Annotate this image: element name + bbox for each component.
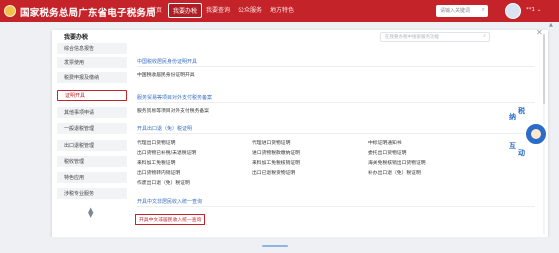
sidebar-item-export-refund[interactable]: 出口退税管理 (57, 140, 127, 151)
sidebar-item-invoice[interactable]: 发票使用 (57, 57, 127, 68)
nav-home[interactable]: 首页 (150, 5, 162, 14)
link-item[interactable]: 出口货物已补税/未退税证明 (137, 149, 196, 156)
link-item[interactable]: 海关免税核销出口货物证明 (368, 159, 426, 166)
link-item[interactable]: 来料加工免税核销证明 (252, 159, 300, 166)
sidebar-item-tax-management[interactable]: 税收管理 (57, 156, 127, 167)
section-title: 中国税收居民身份证明开具 (137, 59, 198, 65)
sidebar-item-label: 证明开具 (65, 93, 86, 99)
sidebar-title: 我要办税 (64, 34, 89, 41)
close-icon[interactable]: ✕ (536, 28, 543, 37)
sidebar-item-declaration[interactable]: 税费申报及缴纳 (57, 72, 127, 83)
link-item[interactable]: 补办出口退（免）税证明 (368, 169, 421, 176)
sidebar-item-label: 税收管理 (64, 159, 85, 165)
header-search-input[interactable]: 请输入关键词 ⌕ (436, 5, 488, 17)
link-item[interactable]: 来料加工免税证明 (137, 159, 175, 166)
sidebar-item-label: 综合信息报告 (64, 46, 95, 52)
assistant-label-char[interactable]: 动 (518, 148, 525, 158)
sidebar-item-professional-service[interactable]: 涉税专业服务 (57, 188, 127, 199)
tax-emblem-icon (4, 5, 16, 17)
nav-tax-handling[interactable]: 我要办税 (168, 3, 203, 18)
sidebar-item-certificate[interactable]: 证明开具 (57, 90, 127, 101)
sidebar-item-label: 一般退税管理 (64, 126, 95, 132)
section-title: 开具出口退（免）税证明 (137, 126, 193, 132)
link-item[interactable]: 代理出口货物证明 (137, 139, 175, 146)
link-item[interactable]: 出口已退税货物证明 (252, 169, 295, 176)
link-item[interactable]: 中标证明通知书 (368, 139, 402, 146)
assistant-face-icon (531, 129, 541, 139)
sidebar-item-refund[interactable]: 一般退税管理 (57, 123, 127, 134)
sidebar-item-label: 税费申报及缴纳 (64, 75, 100, 81)
section-divider (137, 66, 535, 67)
search-icon[interactable]: ⌕ (483, 33, 486, 39)
sidebar-item-label: 出口退税管理 (64, 143, 95, 149)
content-scrollbar-thumb[interactable] (543, 34, 545, 104)
link-item[interactable]: 作废出口退（免）税证明 (137, 179, 190, 186)
sidebar-item-special-apps[interactable]: 特色应用 (57, 172, 127, 183)
section-divider (137, 206, 535, 207)
page-indicator (262, 245, 288, 247)
link-item[interactable]: 服务贸易等项目对外支付税务备案 (137, 107, 209, 114)
sidebar-item-label: 其他事项申请 (64, 110, 95, 116)
link-item[interactable]: 委托出口货物证明 (368, 149, 406, 156)
link-item[interactable]: 代理进口货物证明 (252, 139, 290, 146)
section-divider (137, 133, 535, 134)
assistant-label-char[interactable]: 互 (509, 141, 516, 151)
menu-search-placeholder: 在我要办税中搜索服务功能 (385, 35, 439, 40)
link-item[interactable]: 出口货物转内销证明 (137, 169, 180, 176)
search-icon[interactable]: ⌕ (482, 6, 485, 14)
assistant-label-char[interactable]: 纳 (509, 112, 516, 122)
user-name[interactable]: **1 ⌄ (526, 7, 541, 13)
section-title: 服务贸易等项目对外支付税务备案 (137, 95, 213, 101)
nav-query[interactable]: 我要查询 (206, 5, 230, 14)
menu-search-input[interactable]: 在我要办税中搜索服务功能 ⌕ (380, 32, 490, 42)
link-item-highlighted[interactable]: 开具中文非居民收入统一查询 (135, 214, 206, 225)
header-search-placeholder: 请输入关键词 (440, 8, 471, 14)
nav-public-service[interactable]: 公众服务 (238, 5, 262, 14)
sidebar-item-info-report[interactable]: 综合信息报告 (57, 43, 127, 54)
assistant-label-char[interactable]: 税 (518, 106, 525, 116)
sidebar-item-label: 特色应用 (64, 175, 85, 181)
sidebar-item-label: 发票使用 (64, 60, 85, 66)
sidebar-item-other-application[interactable]: 其他事项申请 (57, 107, 127, 118)
scroll-up-icon[interactable]: ▲ (549, 22, 553, 28)
section-title: 开具中文非居民收入统一查询 (137, 199, 203, 205)
nav-local-features[interactable]: 地方特色 (270, 5, 294, 14)
sidebar-scroll-arrows-icon[interactable]: ▲ ▼ (88, 207, 93, 219)
sidebar-item-label: 涉税专业服务 (64, 191, 95, 197)
avatar[interactable] (505, 3, 521, 19)
site-brand-title[interactable]: 国家税务总局广东省电子税务局 (20, 5, 156, 19)
link-item[interactable]: 中国税收居民身份证明开具 (137, 71, 195, 78)
section-divider (137, 102, 535, 103)
link-item[interactable]: 进口货物税款缴纳证明 (252, 149, 300, 156)
